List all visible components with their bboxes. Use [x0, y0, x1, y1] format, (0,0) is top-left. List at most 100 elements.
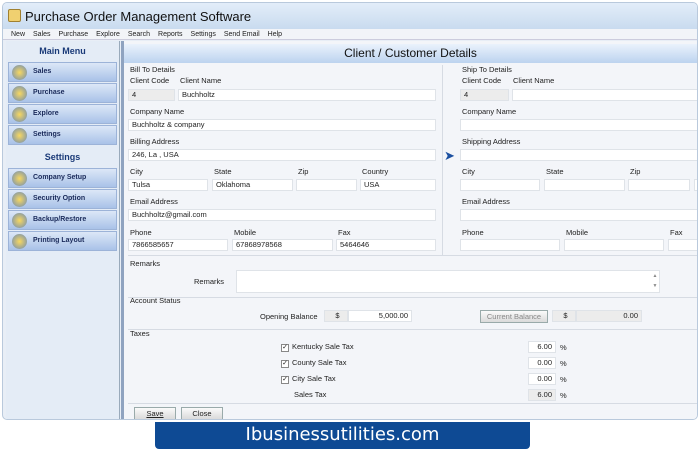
- column-divider: [442, 65, 443, 255]
- label: County Sale Tax: [292, 358, 347, 367]
- ship-phone-input[interactable]: [460, 239, 560, 251]
- ship-zip-input[interactable]: [628, 179, 690, 191]
- ship-fax-input[interactable]: [668, 239, 697, 251]
- divider: [128, 255, 697, 256]
- ship-state-input[interactable]: [544, 179, 625, 191]
- kentucky-tax-input[interactable]: 6.00: [528, 341, 556, 353]
- bill-mobile-input[interactable]: 67868978568: [232, 239, 333, 251]
- menu-send-email[interactable]: Send Email: [224, 29, 260, 40]
- ship-company-input[interactable]: [460, 119, 697, 131]
- remarks-label: Remarks: [194, 277, 225, 286]
- shipping-address-input[interactable]: [460, 149, 697, 161]
- current-balance-button[interactable]: Current Balance: [480, 310, 548, 323]
- bill-zip-input[interactable]: [296, 179, 357, 191]
- app-window: Purchase Order Management Software New Sa…: [2, 2, 698, 420]
- sales-icon: [12, 65, 27, 80]
- sales-tax-label: Sales Tax: [294, 390, 327, 399]
- sidebar-item-security-option[interactable]: Security Option: [8, 189, 117, 209]
- label: Explore: [33, 110, 59, 117]
- bill-state-input[interactable]: Oklahoma: [212, 179, 293, 191]
- opening-balance-input[interactable]: 5,000.00: [348, 310, 412, 322]
- close-button[interactable]: Close: [181, 407, 223, 419]
- bill-email-label: Email Address: [130, 197, 178, 206]
- ship-client-code: 4: [460, 89, 509, 101]
- menu-explore[interactable]: Explore: [96, 29, 120, 40]
- city-tax-input[interactable]: 0.00: [528, 373, 556, 385]
- app-title: Purchase Order Management Software: [25, 9, 252, 24]
- menu-search[interactable]: Search: [128, 29, 150, 40]
- company-setup-icon: [12, 171, 27, 186]
- menu-reports[interactable]: Reports: [158, 29, 183, 40]
- ship-client-name-label: Client Name: [513, 76, 555, 85]
- county-tax-input[interactable]: 0.00: [528, 357, 556, 369]
- sidebar-item-purchase[interactable]: Purchase: [8, 83, 117, 103]
- taxes-section-title: Taxes: [130, 329, 150, 338]
- divider: [128, 329, 697, 330]
- account-section-title: Account Status: [130, 296, 181, 305]
- menu-settings[interactable]: Settings: [191, 29, 216, 40]
- sidebar-item-company-setup[interactable]: Company Setup: [8, 168, 117, 188]
- billing-address-label: Billing Address: [130, 137, 180, 146]
- copy-arrow-icon[interactable]: ➤: [444, 148, 455, 164]
- ship-company-label: Company Name: [462, 107, 517, 116]
- bill-email-input[interactable]: Buchholtz@gmail.com: [128, 209, 436, 221]
- billing-address-input[interactable]: 246, La , USA: [128, 149, 436, 161]
- ship-mobile-input[interactable]: [564, 239, 664, 251]
- bill-client-name-input[interactable]: Buchholtz: [178, 89, 436, 101]
- sidebar-item-printing-layout[interactable]: Printing Layout: [8, 231, 117, 251]
- settings-title: Settings: [44, 152, 81, 162]
- bill-fax-input[interactable]: 5464646: [336, 239, 436, 251]
- client-details-panel: Client / Customer Details Bill To Detail…: [121, 41, 697, 419]
- ship-section-title: Ship To Details: [462, 65, 512, 74]
- percent-unit: %: [560, 343, 567, 352]
- website-banner: Ibusinessutilities.com: [155, 422, 530, 449]
- bill-client-name-label: Client Name: [180, 76, 222, 85]
- bill-country-input[interactable]: USA: [360, 179, 436, 191]
- ship-city-label: City: [462, 167, 475, 176]
- bill-phone-input[interactable]: 7866585657: [128, 239, 228, 251]
- ship-country-input[interactable]: [694, 179, 697, 191]
- ship-client-code-label: Client Code: [462, 76, 502, 85]
- ship-state-label: State: [546, 167, 564, 176]
- kentucky-tax-checkbox[interactable]: ✓ Kentucky Sale Tax: [281, 342, 354, 352]
- purchase-icon: [12, 86, 27, 101]
- checkbox[interactable]: ✓: [281, 376, 289, 384]
- label: Kentucky Sale Tax: [292, 342, 354, 351]
- checkbox[interactable]: ✓: [281, 360, 289, 368]
- bill-city-input[interactable]: Tulsa: [128, 179, 208, 191]
- sidebar: Main Menu Sales Purchase Explore Setting…: [6, 41, 120, 419]
- sidebar-item-sales[interactable]: Sales: [8, 62, 117, 82]
- label: City Sale Tax: [292, 374, 336, 383]
- checkbox[interactable]: ✓: [281, 344, 289, 352]
- bill-phone-label: Phone: [130, 228, 152, 237]
- percent-unit: %: [560, 359, 567, 368]
- bill-city-label: City: [130, 167, 143, 176]
- ship-email-input[interactable]: [460, 209, 697, 221]
- remarks-scrollbar[interactable]: ▲ ▼: [651, 271, 659, 292]
- sidebar-item-settings[interactable]: Settings: [8, 125, 117, 145]
- menu-new[interactable]: New: [11, 29, 25, 40]
- bill-fax-label: Fax: [338, 228, 351, 237]
- explore-icon: [12, 107, 27, 122]
- remarks-textarea[interactable]: [236, 270, 660, 293]
- ship-client-name-input[interactable]: [512, 89, 697, 101]
- menu-help[interactable]: Help: [268, 29, 282, 40]
- divider: [128, 297, 697, 298]
- bill-state-label: State: [214, 167, 232, 176]
- bill-company-input[interactable]: Buchholtz & company: [128, 119, 436, 131]
- save-button[interactable]: Save: [134, 407, 176, 419]
- menu-purchase[interactable]: Purchase: [59, 29, 89, 40]
- percent-unit: %: [560, 391, 567, 400]
- bill-client-code-label: Client Code: [130, 76, 170, 85]
- sidebar-item-backup-restore[interactable]: Backup/Restore: [8, 210, 117, 230]
- sidebar-item-explore[interactable]: Explore: [8, 104, 117, 124]
- currency-symbol: $: [552, 310, 576, 322]
- county-tax-checkbox[interactable]: ✓ County Sale Tax: [281, 358, 346, 368]
- ship-city-input[interactable]: [460, 179, 540, 191]
- bill-client-code: 4: [128, 89, 175, 101]
- bill-country-label: Country: [362, 167, 389, 176]
- city-tax-checkbox[interactable]: ✓ City Sale Tax: [281, 374, 336, 384]
- shipping-address-label: Shipping Address: [462, 137, 521, 146]
- menu-sales[interactable]: Sales: [33, 29, 51, 40]
- label: Printing Layout: [33, 237, 85, 244]
